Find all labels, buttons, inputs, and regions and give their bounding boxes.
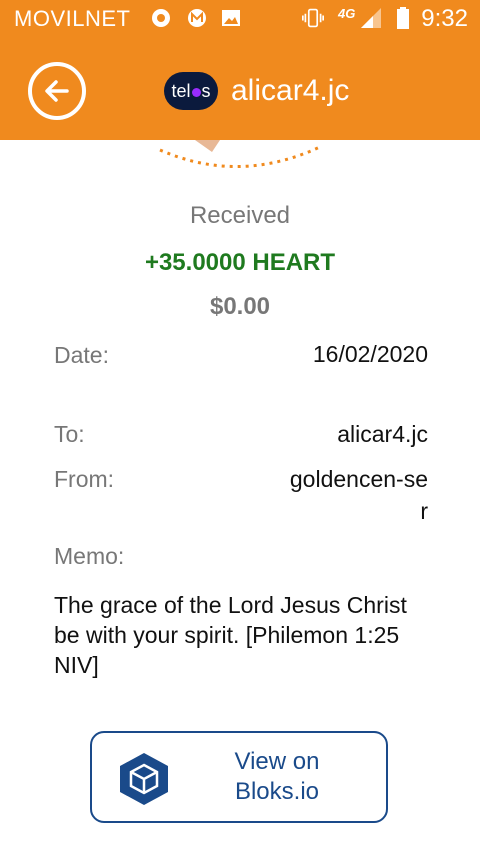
carrier-name: MOVILNET bbox=[14, 6, 131, 31]
network-type: 4G bbox=[338, 6, 356, 21]
from-value: goldencen-ser bbox=[289, 466, 428, 524]
app-header: tel s alicar4.jc bbox=[0, 36, 480, 140]
memo-label: Memo: bbox=[54, 543, 125, 569]
view-on-bloks-label: View on Bloks.io bbox=[234, 748, 320, 805]
date-label: Date: bbox=[54, 342, 109, 368]
back-button[interactable] bbox=[28, 62, 86, 120]
to-value: alicar4.jc bbox=[337, 421, 428, 447]
decorative-arc bbox=[159, 140, 323, 168]
telos-logo: tel s bbox=[164, 72, 218, 110]
back-arrow-icon bbox=[45, 80, 69, 102]
mail-m-icon bbox=[186, 7, 208, 29]
clock: 9:32 bbox=[421, 5, 468, 32]
vibrate-icon bbox=[302, 7, 324, 29]
transaction-amount: +35.0000 HEART bbox=[144, 249, 336, 276]
bloks-cube-icon bbox=[120, 753, 168, 805]
battery-icon bbox=[392, 7, 414, 29]
date-value: 16/02/2020 bbox=[312, 341, 428, 367]
fiat-value: $0.00 bbox=[209, 293, 271, 320]
status-bar: MOVILNET 4G 9:32 bbox=[0, 0, 480, 36]
transaction-direction: Received bbox=[189, 202, 291, 229]
from-label: From: bbox=[54, 466, 115, 492]
account-name: alicar4.jc bbox=[231, 74, 350, 107]
signal-icon bbox=[360, 7, 382, 29]
to-label: To: bbox=[54, 421, 85, 447]
chrome-icon bbox=[150, 7, 172, 29]
image-icon bbox=[220, 7, 242, 29]
view-on-bloks-button[interactable]: View on Bloks.io bbox=[90, 731, 388, 823]
memo-text: The grace of the Lord Jesus Christ be wi… bbox=[54, 592, 407, 678]
